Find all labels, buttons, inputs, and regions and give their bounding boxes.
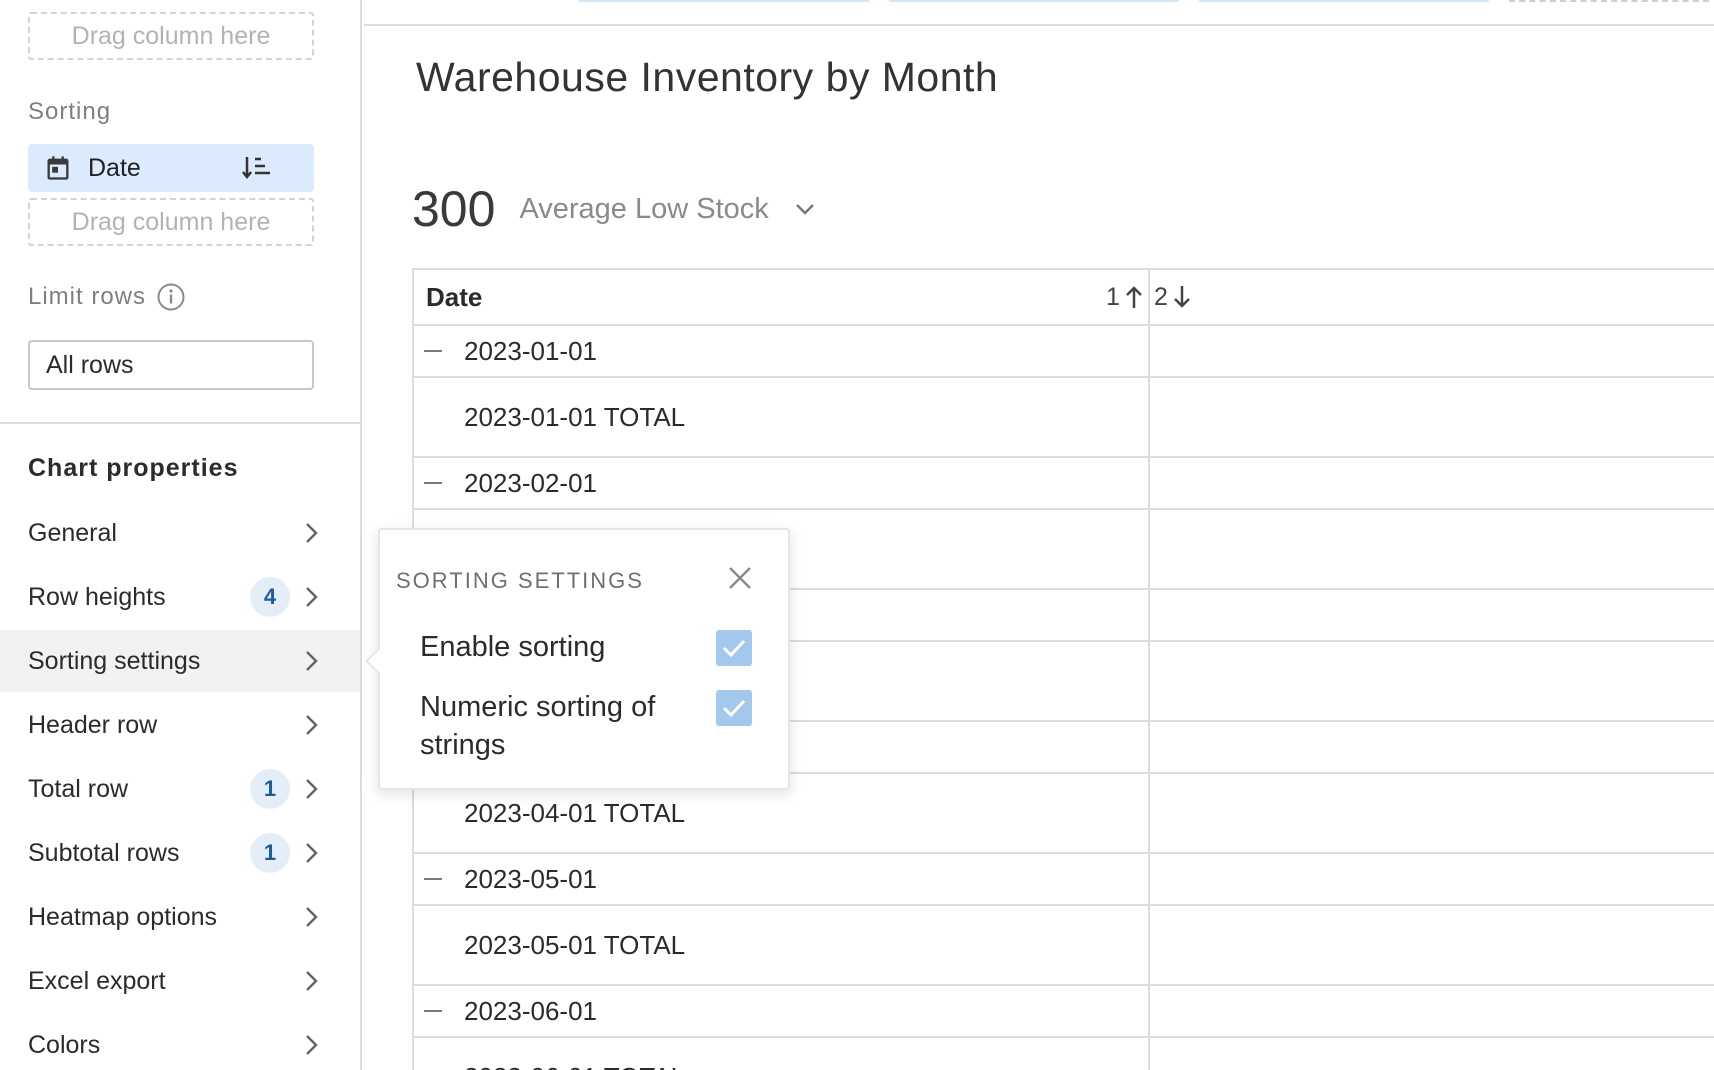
limit-rows-header: Limit rows [28, 282, 186, 312]
calendar-icon [47, 156, 69, 180]
sorting-label: Sorting [28, 98, 112, 125]
table-cell: 2023-02-01 [464, 467, 597, 498]
kpi-selector[interactable]: 300 Average Low Stock [412, 180, 817, 238]
collapse-dash-icon[interactable] [424, 350, 442, 352]
chevron-right-icon [306, 651, 318, 671]
chevron-right-icon [306, 587, 318, 607]
sort-priority-2-number: 2 [1154, 282, 1168, 311]
sidebar-item-header-row[interactable]: Header row [0, 694, 360, 756]
sidebar-item-label: Heatmap options [28, 902, 218, 931]
arrow-up-icon [1126, 286, 1142, 308]
sidebar-item-label: Subtotal rows [28, 838, 180, 867]
table-group-row[interactable]: 2023-02-01 [414, 458, 1714, 510]
sort-priority-1[interactable]: 1 [1106, 283, 1144, 312]
table-cell: 2023-01-01 [464, 335, 597, 366]
limit-rows-input[interactable]: All rows [28, 340, 314, 390]
sidebar-item-row-heights[interactable]: Row heights 4 [0, 566, 360, 628]
enable-sorting-checkbox[interactable] [716, 630, 752, 666]
sidebar-item-heatmap-options[interactable]: Heatmap options [0, 886, 360, 948]
table-total-row[interactable]: 2023-05-01 TOTAL [414, 906, 1714, 986]
count-badge: 4 [250, 577, 290, 617]
chevron-right-icon [306, 971, 318, 991]
collapse-dash-icon[interactable] [424, 482, 442, 484]
sorting-settings-popover: SORTING SETTINGS Enable sorting Numeric … [365, 528, 790, 790]
sidebar-divider [0, 422, 362, 424]
collapse-dash-icon[interactable] [424, 1010, 442, 1012]
limit-rows-label: Limit rows [28, 283, 147, 310]
table-group-row[interactable]: 2023-06-01 [414, 986, 1714, 1038]
table-cell: 2023-04-01 TOTAL [464, 797, 686, 828]
sidebar-item-label: Sorting settings [28, 646, 201, 675]
sort-chip-label: Date [88, 153, 141, 182]
sidebar-item-label: Colors [28, 1030, 101, 1059]
sidebar-item-colors[interactable]: Colors [0, 1014, 360, 1070]
top-tab-3[interactable] [1199, 0, 1489, 2]
sidebar-item-excel-export[interactable]: Excel export [0, 950, 360, 1012]
kpi-label[interactable]: Average Low Stock [519, 193, 768, 226]
table-header[interactable]: Date 1 2 [414, 270, 1714, 326]
option-enable-sorting-label: Enable sorting [420, 631, 606, 663]
check-icon [722, 639, 746, 658]
popover-title: SORTING SETTINGS [396, 568, 644, 593]
sidebar-item-general[interactable]: General [0, 502, 360, 564]
numeric-sorting-checkbox[interactable] [716, 690, 752, 726]
option-numeric-sorting-label: Numeric sorting of strings [420, 691, 656, 761]
top-tab-2[interactable] [889, 0, 1179, 2]
arrow-down-icon [1174, 286, 1190, 308]
sidebar-item-label: Header row [28, 710, 158, 739]
table-cell: 2023-06-01 TOTAL [464, 1062, 685, 1070]
chevron-right-icon [306, 843, 318, 863]
kpi-value: 300 [412, 181, 496, 237]
sidebar-item-sorting-settings[interactable]: Sorting settings [0, 630, 360, 692]
table-total-row[interactable]: 2023-06-01 TOTAL [414, 1038, 1714, 1070]
sidebar-item-total-row[interactable]: Total row 1 [0, 758, 360, 820]
info-icon[interactable] [156, 282, 186, 312]
sort-priority-1-number: 1 [1106, 282, 1120, 311]
sort-chip-date[interactable]: Date [28, 144, 314, 192]
chevron-right-icon [306, 1035, 318, 1055]
sidebar-item-label: Excel export [28, 966, 166, 995]
header-date[interactable]: Date [426, 282, 482, 313]
collapse-dash-icon[interactable] [424, 878, 442, 880]
sidebar-item-label: General [28, 518, 117, 547]
sidebar-item-label: Total row [28, 774, 129, 803]
dropzone-sorting[interactable]: Drag column here [28, 198, 314, 246]
sort-priority-2[interactable]: 2 [1154, 283, 1192, 312]
sidebar-item-subtotal-rows[interactable]: Subtotal rows 1 [0, 822, 360, 884]
check-icon [722, 699, 746, 718]
table-cell: 2023-05-01 [464, 863, 597, 894]
table-total-row[interactable]: 2023-01-01 TOTAL [414, 378, 1714, 458]
table-cell: 2023-05-01 TOTAL [464, 929, 686, 960]
count-badge: 1 [250, 833, 290, 873]
table-group-row[interactable]: 2023-05-01 [414, 854, 1714, 906]
sidebar: Drag column here Sorting Date Drag colum… [0, 0, 362, 1070]
top-tab-dropzone[interactable] [1509, 0, 1709, 2]
table-cell: 2023-06-01 [464, 995, 597, 1026]
chevron-down-icon[interactable] [793, 201, 817, 217]
chart-properties-title: Chart properties [28, 454, 239, 482]
top-tab-1[interactable] [579, 0, 869, 2]
page-title: Warehouse Inventory by Month [416, 54, 999, 100]
chevron-right-icon [306, 779, 318, 799]
chevron-right-icon [306, 907, 318, 927]
table-group-row[interactable]: 2023-01-01 [414, 326, 1714, 378]
chevron-right-icon [306, 523, 318, 543]
sort-ascending-icon[interactable] [242, 154, 272, 180]
chevron-right-icon [306, 715, 318, 735]
top-strip [364, 0, 1714, 26]
count-badge: 1 [250, 769, 290, 809]
dropzone-columns[interactable]: Drag column here [28, 12, 314, 60]
close-icon[interactable] [726, 564, 754, 592]
sidebar-item-label: Row heights [28, 582, 166, 611]
table-cell: 2023-01-01 TOTAL [464, 401, 686, 432]
